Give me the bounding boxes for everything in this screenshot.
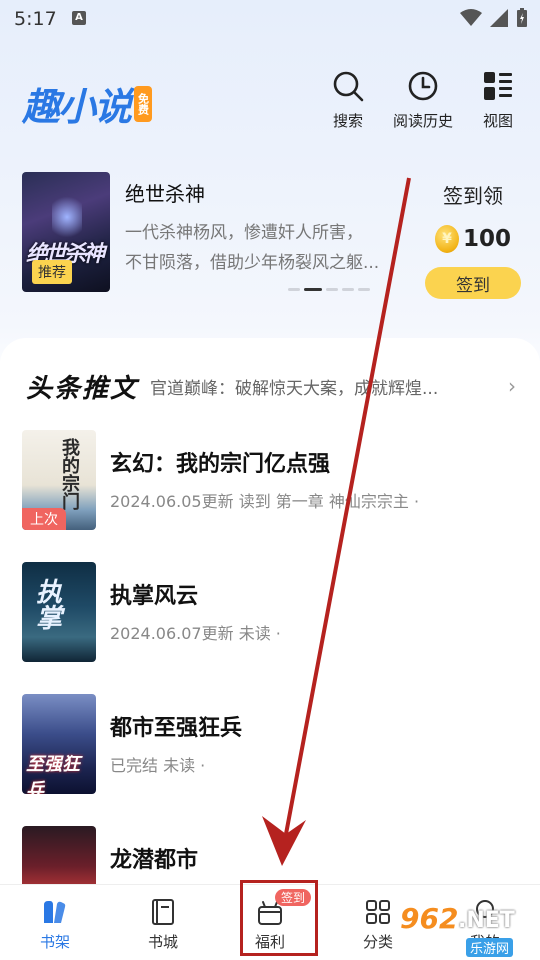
carousel-dot xyxy=(358,288,370,291)
content-card: 头条推文 官道巅峰：破解惊天大案，成就辉煌... › 我的宗门 上次 玄幻：我的… xyxy=(0,338,540,926)
carousel-dot xyxy=(342,288,354,291)
carousel-indicator xyxy=(288,288,370,291)
search-label: 搜索 xyxy=(332,112,363,130)
search-icon xyxy=(333,71,364,102)
headline-section-header[interactable]: 头条推文 官道巅峰：破解惊天大案，成就辉煌... › xyxy=(26,366,526,406)
wifi-icon xyxy=(460,9,482,26)
book-item[interactable]: 执掌 执掌风云 2024.06.07更新 未读 · xyxy=(22,562,522,662)
status-time: 5:17 xyxy=(14,8,57,30)
recommend-tag: 推荐 xyxy=(32,260,72,284)
notification-icon: A xyxy=(72,11,86,25)
banner-book-cover[interactable]: 绝世杀神 推荐 xyxy=(22,172,110,292)
signin-widget: 签到领 ¥ 100 签到 xyxy=(416,180,521,299)
headline-ticker[interactable]: 官道巅峰：破解惊天大案，成就辉煌... xyxy=(150,374,456,399)
category-icon xyxy=(366,900,390,924)
status-bar: 5:17 A xyxy=(0,0,540,40)
tab-label: 书架 xyxy=(39,933,70,951)
view-button[interactable]: 视图 xyxy=(482,70,514,131)
banner-desc-line-2: 不甘陨落，借助少年杨裂风之躯... xyxy=(125,253,380,273)
coin-icon: ¥ xyxy=(434,225,459,253)
featured-banner[interactable]: 绝世杀神 推荐 绝世杀神 一代杀神杨风，惨遭奸人所害， 不甘陨落，借助少年杨裂风… xyxy=(22,172,521,299)
signal-icon xyxy=(490,9,508,27)
book-title: 都市至强狂兵 xyxy=(110,716,243,741)
logo-text: 趣小说 xyxy=(22,85,132,129)
status-icons xyxy=(460,8,528,28)
carousel-dot xyxy=(288,288,300,291)
tab-bookstore[interactable]: 书城 xyxy=(128,897,198,952)
coin-amount: 100 xyxy=(462,226,511,252)
banner-desc-line-1: 一代杀神杨风，惨遭奸人所害， xyxy=(125,223,363,243)
chevron-right-icon[interactable]: › xyxy=(508,374,516,398)
tab-label: 分类 xyxy=(362,933,393,951)
banner-book-title[interactable]: 绝世杀神 xyxy=(125,178,205,207)
tab-label: 福利 xyxy=(254,933,285,951)
signin-button[interactable]: 签到 xyxy=(425,267,521,299)
tab-bookshelf[interactable]: 书架 xyxy=(20,897,90,952)
book-meta: 2024.06.07更新 未读 · xyxy=(110,624,281,643)
reading-history-label: 阅读历史 xyxy=(393,112,454,130)
book-meta: 2024.06.05更新 读到 第一章 神仙宗宗主 · xyxy=(110,492,420,511)
book-title: 执掌风云 xyxy=(110,584,199,609)
book-cover: 执掌 xyxy=(22,562,96,662)
carousel-dot-active xyxy=(304,288,322,291)
book-title: 玄幻：我的宗门亿点强 xyxy=(110,452,331,477)
free-badge: 免费 xyxy=(134,85,153,122)
bookshelf-icon xyxy=(44,901,66,923)
cover-art: 我的宗门 xyxy=(59,438,80,510)
last-read-tag: 上次 xyxy=(22,508,66,530)
cover-art: 执掌 xyxy=(36,578,63,634)
reading-history-button[interactable]: 阅读历史 xyxy=(393,70,453,131)
carousel-dot xyxy=(326,288,338,291)
book-title: 龙潜都市 xyxy=(110,848,199,873)
watermark-site: 乐游网 xyxy=(466,938,514,957)
coin-reward: ¥ 100 xyxy=(434,225,511,253)
book-item[interactable]: 至强狂兵 都市至强狂兵 已完结 未读 · xyxy=(22,694,522,794)
book-meta: 已完结 未读 · xyxy=(110,756,206,775)
signin-badge: 签到 xyxy=(275,889,312,906)
tab-label: 书城 xyxy=(147,933,178,951)
clock-icon xyxy=(408,71,438,101)
cover-art: 至强狂兵 xyxy=(26,754,80,794)
book-cover: 至强狂兵 xyxy=(22,694,96,794)
watermark-suffix: .NET xyxy=(458,908,515,933)
section-title: 头条推文 xyxy=(26,373,139,404)
watermark-logo: 962 .NET 乐游网 xyxy=(400,898,538,960)
book-icon xyxy=(152,899,174,925)
signin-title: 签到领 xyxy=(443,184,503,208)
header: 趣小说 免费 搜索 阅读历史 视图 xyxy=(0,70,540,132)
search-button[interactable]: 搜索 xyxy=(332,70,364,131)
watermark-number: 962 xyxy=(400,902,459,935)
book-cover: 我的宗门 上次 xyxy=(22,430,96,530)
battery-icon xyxy=(517,8,527,27)
book-item[interactable]: 我的宗门 上次 玄幻：我的宗门亿点强 2024.06.05更新 读到 第一章 神… xyxy=(22,430,522,530)
view-label: 视图 xyxy=(482,112,513,130)
app-logo: 趣小说 免费 xyxy=(22,76,153,131)
cover-art xyxy=(52,192,82,242)
tab-welfare[interactable]: 签到 福利 xyxy=(235,889,312,952)
banner-book-description: 一代杀神杨风，惨遭奸人所害， 不甘陨落，借助少年杨裂风之躯... xyxy=(125,218,389,278)
grid-view-icon xyxy=(484,72,512,100)
